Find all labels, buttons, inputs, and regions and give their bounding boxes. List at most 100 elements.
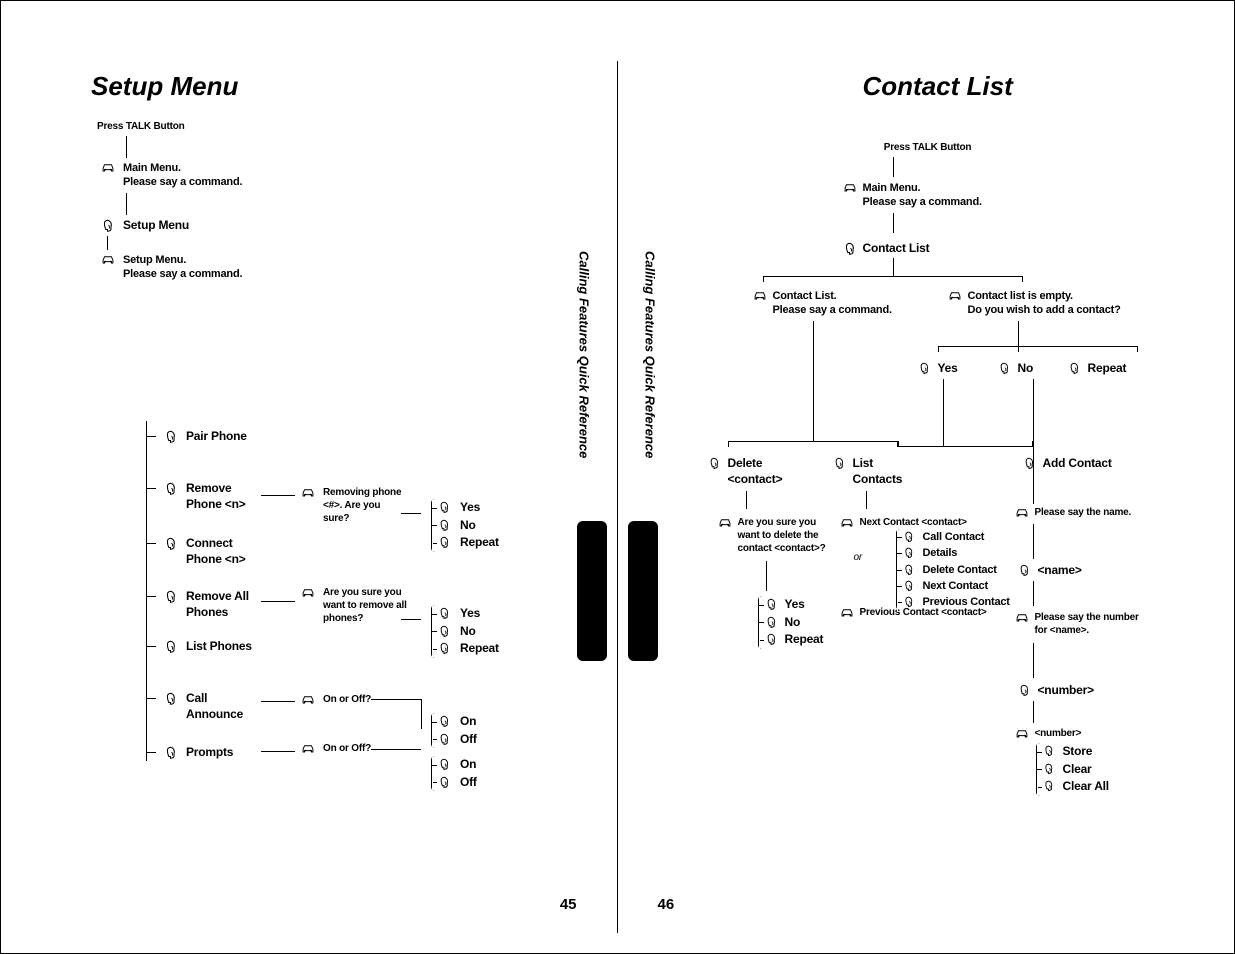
- off: Off: [460, 775, 477, 791]
- head-icon: [918, 362, 932, 373]
- head-icon: [903, 596, 917, 607]
- car-icon: [1015, 612, 1029, 623]
- contact-list-cmd: Contact List: [863, 241, 930, 257]
- page-number: 45: [560, 896, 577, 913]
- head-icon: [765, 598, 779, 609]
- page-right: Contact List Press TALK Button Main Menu…: [618, 61, 1225, 933]
- head-icon: [438, 519, 452, 530]
- say-command-label: Please say a command.: [123, 267, 242, 281]
- say-command-label: Please say a command.: [123, 175, 242, 189]
- head-icon: [101, 219, 115, 230]
- repeat: Repeat: [460, 535, 499, 551]
- car-icon: [843, 182, 857, 193]
- say-command-label: Please say a command.: [863, 195, 982, 209]
- setup-menu-prompt: Setup Menu.: [123, 253, 242, 267]
- say-number: Please say the number for <name>.: [1035, 611, 1145, 637]
- head-icon: [164, 590, 178, 601]
- on: On: [460, 714, 476, 730]
- head-icon: [438, 625, 452, 636]
- car-icon: [718, 517, 732, 528]
- page-number: 46: [658, 896, 675, 913]
- next-contact: Next Contact <contact>: [860, 516, 967, 529]
- yes: Yes: [938, 361, 958, 377]
- head-icon: [1043, 745, 1057, 756]
- repeat: Repeat: [785, 632, 824, 648]
- opt-list-phones: List Phones: [186, 639, 252, 655]
- setup-menu-cmd: Setup Menu: [123, 218, 189, 234]
- opt-prompts: Prompts: [186, 745, 233, 761]
- removing-phone-q: Removing phone <#>. Are you sure?: [323, 486, 408, 525]
- opt-connect-phone: Connect Phone <n>: [186, 536, 266, 567]
- opt-delete: Delete Contact: [923, 563, 997, 577]
- opt-details: Details: [923, 546, 958, 560]
- head-icon: [438, 501, 452, 512]
- say-name: Please say the name.: [1035, 506, 1132, 519]
- head-icon: [164, 692, 178, 703]
- head-icon: [998, 362, 1012, 373]
- head-icon: [1023, 457, 1037, 468]
- yes: Yes: [785, 597, 805, 613]
- head-icon: [164, 746, 178, 757]
- head-icon: [438, 607, 452, 618]
- head-icon: [164, 640, 178, 651]
- car-icon: [840, 607, 854, 618]
- name-placeholder: <name>: [1038, 563, 1082, 579]
- opt-remove-all: Remove All Phones: [186, 589, 266, 620]
- car-icon: [1015, 507, 1029, 518]
- car-icon: [1015, 728, 1029, 739]
- page-left: Setup Menu Press TALK Button Main Menu. …: [11, 61, 618, 933]
- head-icon: [164, 537, 178, 548]
- head-icon: [1018, 564, 1032, 575]
- head-icon: [1068, 362, 1082, 373]
- head-icon: [765, 616, 779, 627]
- head-icon: [833, 457, 847, 468]
- page-title: Setup Menu: [91, 71, 587, 102]
- delete-q: Are you sure you want to delete the cont…: [738, 516, 828, 555]
- no: No: [460, 518, 476, 534]
- side-tab-black: [628, 521, 658, 661]
- opt-pair-phone: Pair Phone: [186, 429, 247, 445]
- main-menu-label: Main Menu.: [123, 161, 242, 175]
- number-placeholder: <number>: [1038, 683, 1094, 699]
- off: Off: [460, 732, 477, 748]
- cl-empty: Contact list is empty.: [968, 289, 1121, 303]
- cl-prompt: Contact List.: [773, 289, 892, 303]
- head-icon: [1043, 763, 1057, 774]
- head-icon: [843, 242, 857, 253]
- say-command-label: Please say a command.: [773, 303, 892, 317]
- no: No: [460, 624, 476, 640]
- side-tab-black: [577, 521, 607, 661]
- head-icon: [903, 564, 917, 575]
- car-icon: [753, 290, 767, 301]
- head-icon: [438, 642, 452, 653]
- delete-contact: Delete <contact>: [728, 456, 798, 487]
- on-or-off: On or Off?: [323, 693, 371, 706]
- head-icon: [903, 580, 917, 591]
- car-icon: [301, 587, 315, 598]
- press-talk: Press TALK Button: [848, 141, 1008, 154]
- remove-all-q: Are you sure you want to remove all phon…: [323, 586, 408, 625]
- add-contact: Add Contact: [1043, 456, 1112, 472]
- on-or-off: On or Off?: [323, 742, 371, 755]
- yes: Yes: [460, 606, 480, 622]
- clear-all: Clear All: [1063, 779, 1109, 795]
- head-icon: [164, 482, 178, 493]
- head-icon: [438, 758, 452, 769]
- or-label: or: [854, 547, 863, 565]
- store: Store: [1063, 744, 1093, 760]
- car-icon: [301, 743, 315, 754]
- head-icon: [1043, 780, 1057, 791]
- repeat: Repeat: [460, 641, 499, 657]
- press-talk: Press TALK Button: [97, 120, 587, 133]
- head-icon: [903, 531, 917, 542]
- opt-next: Next Contact: [923, 579, 988, 593]
- number-echo: <number>: [1035, 727, 1082, 740]
- page-title: Contact List: [863, 71, 1195, 102]
- opt-call-announce: Call Announce: [186, 691, 266, 722]
- head-icon: [438, 776, 452, 787]
- head-icon: [708, 457, 722, 468]
- list-contacts: List Contacts: [853, 456, 923, 487]
- car-icon: [101, 254, 115, 265]
- opt-call: Call Contact: [923, 530, 985, 544]
- head-icon: [765, 633, 779, 644]
